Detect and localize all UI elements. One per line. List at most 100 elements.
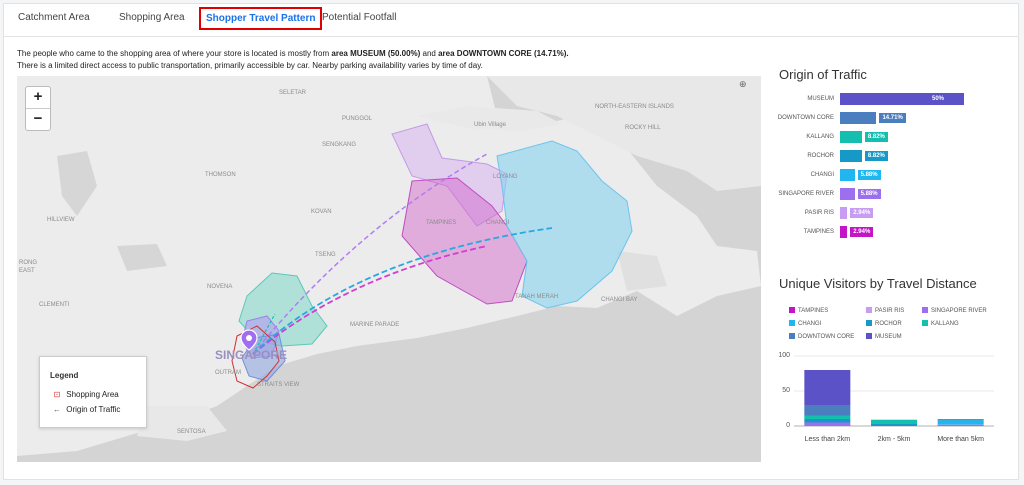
label-singapore: SINGAPORE bbox=[215, 348, 287, 362]
label-tampines: TAMPINES bbox=[426, 220, 456, 226]
origin-bar[interactable] bbox=[840, 188, 855, 200]
legend-swatch bbox=[866, 320, 872, 326]
legend-label: DOWNTOWN CORE bbox=[798, 334, 855, 340]
desc-second-area: area DOWNTOWN CORE (14.71%). bbox=[438, 49, 569, 58]
legend-label: TAMPINES bbox=[798, 308, 829, 314]
travel-map[interactable]: SELETAR SENGKANG PUNGGOL Ubin Village NO… bbox=[17, 76, 761, 462]
fullscreen-icon[interactable]: ⊕ bbox=[739, 79, 747, 90]
stacked-bar-segment[interactable] bbox=[937, 424, 984, 426]
legend-label: MUSEUM bbox=[875, 334, 902, 340]
zoom-control: + − bbox=[25, 86, 51, 131]
app-frame: Catchment Area Shopping Area Shopper Tra… bbox=[3, 3, 1019, 480]
distance-bar-chart bbox=[794, 355, 994, 427]
chart-legend-item[interactable]: KALLANG bbox=[922, 320, 959, 327]
tab-catchment-area[interactable]: Catchment Area bbox=[18, 12, 90, 23]
tab-potential-footfall[interactable]: Potential Footfall bbox=[322, 12, 397, 23]
label-straits-view: STRAITS VIEW bbox=[257, 382, 300, 388]
stacked-bar-segment[interactable] bbox=[937, 419, 984, 420]
chart-legend-item[interactable]: SINGAPORE RIVER bbox=[922, 307, 987, 314]
label-changi: CHANGI bbox=[486, 220, 510, 226]
label-changi-bay: CHANGI BAY bbox=[601, 297, 638, 303]
label-thomson: THOMSON bbox=[205, 172, 236, 178]
zoom-in-button[interactable]: + bbox=[26, 87, 50, 108]
origin-bar[interactable] bbox=[840, 93, 964, 105]
origin-bar[interactable] bbox=[840, 112, 877, 124]
label-seletar: SELETAR bbox=[279, 90, 307, 96]
legend-label: ROCHOR bbox=[875, 321, 902, 327]
origin-label: SINGAPORE RIVER bbox=[778, 191, 834, 197]
label-punggol: PUNGGOL bbox=[342, 116, 373, 122]
origin-bar-value: 2.94% bbox=[850, 227, 874, 237]
legend-swatch bbox=[789, 333, 795, 339]
chart-legend-item[interactable]: MUSEUM bbox=[866, 333, 902, 340]
legend-swatch bbox=[866, 333, 872, 339]
desc-access-text: There is a limited direct access to publ… bbox=[17, 61, 483, 70]
legend-swatch bbox=[922, 307, 928, 313]
stacked-bar-segment[interactable] bbox=[937, 425, 984, 426]
y-tick-label: 100 bbox=[778, 352, 790, 359]
legend-label: PASIR RIS bbox=[875, 308, 905, 314]
label-marine-parade: MARINE PARADE bbox=[350, 322, 399, 328]
y-tick-label: 0 bbox=[786, 422, 790, 429]
chart-legend-item[interactable]: DOWNTOWN CORE bbox=[789, 333, 854, 340]
legend-label: KALLANG bbox=[931, 321, 959, 327]
origin-label: ROCHOR bbox=[807, 153, 834, 159]
label-outram: OUTRAM bbox=[215, 370, 241, 376]
label-rong: RONG bbox=[19, 260, 37, 266]
stacked-bar-segment[interactable] bbox=[804, 419, 851, 423]
stacked-bar-segment[interactable] bbox=[804, 415, 851, 420]
tab-shopper-travel-pattern[interactable]: Shopper Travel Pattern bbox=[199, 7, 323, 30]
chart-legend-item[interactable]: CHANGI bbox=[789, 320, 821, 327]
label-novena: NOVENA bbox=[207, 284, 232, 290]
legend-swatch bbox=[789, 307, 795, 313]
origin-bar-value: 14.71% bbox=[879, 113, 906, 123]
stacked-bar-segment[interactable] bbox=[937, 420, 984, 425]
origin-bar-value: 5.88% bbox=[857, 189, 881, 199]
desc-text: The people who came to the shopping area… bbox=[17, 49, 332, 58]
label-hillview: HILLVIEW bbox=[47, 217, 75, 223]
map-legend: Legend ⊡ Shopping Area ← Origin of Traff… bbox=[39, 356, 147, 428]
legend-title: Legend bbox=[50, 371, 79, 380]
origin-label: KALLANG bbox=[806, 134, 834, 140]
chart-legend-item[interactable]: TAMPINES bbox=[789, 307, 828, 314]
origin-bar[interactable] bbox=[840, 226, 848, 238]
tab-shopping-area[interactable]: Shopping Area bbox=[119, 12, 185, 23]
legend-origin-label: Origin of Traffic bbox=[66, 405, 121, 414]
desc-top-area: area MUSEUM (50.00%) bbox=[331, 49, 421, 58]
label-ne-islands: NORTH-EASTERN ISLANDS bbox=[595, 104, 674, 110]
origin-bar-value: 5.88% bbox=[857, 170, 881, 180]
label-clementi: CLEMENTI bbox=[39, 302, 70, 308]
pattern-description: The people who came to the shopping area… bbox=[17, 48, 757, 72]
legend-label: SINGAPORE RIVER bbox=[931, 308, 987, 314]
origin-panel-title: Origin of Traffic bbox=[779, 67, 867, 82]
origin-bar-value: 2.94% bbox=[850, 208, 874, 218]
label-east: EAST bbox=[19, 268, 35, 274]
origin-bar[interactable] bbox=[840, 169, 855, 181]
label-sentosa: SENTOSA bbox=[177, 429, 206, 435]
stacked-bar-segment[interactable] bbox=[937, 419, 984, 421]
zoom-out-button[interactable]: − bbox=[26, 108, 50, 130]
label-sengkang: SENGKANG bbox=[322, 142, 356, 148]
origin-bar-value: 8.82% bbox=[864, 132, 888, 142]
stacked-bar-segment[interactable] bbox=[804, 405, 851, 416]
stacked-bar-segment[interactable] bbox=[804, 422, 851, 427]
legend-shopping-area: ⊡ Shopping Area bbox=[50, 390, 119, 399]
label-kovan: KOVAN bbox=[311, 209, 332, 215]
store-location-pin-center bbox=[246, 335, 252, 341]
label-rocky-hill: ROCKY HILL bbox=[625, 125, 661, 131]
chart-legend-item[interactable]: ROCHOR bbox=[866, 320, 902, 327]
origin-bar[interactable] bbox=[840, 207, 848, 219]
chart-legend-item[interactable]: PASIR RIS bbox=[866, 307, 904, 314]
origin-bar[interactable] bbox=[840, 150, 862, 162]
origin-label: MUSEUM bbox=[807, 96, 834, 102]
label-loyang: LOYANG bbox=[493, 174, 518, 180]
stacked-bar-segment[interactable] bbox=[871, 423, 917, 426]
origin-label: TAMPINES bbox=[803, 229, 834, 235]
stacked-bar-segment[interactable] bbox=[871, 419, 917, 424]
legend-label: CHANGI bbox=[798, 321, 822, 327]
origin-bar-value: 50% bbox=[932, 96, 945, 102]
legend-swatch bbox=[866, 307, 872, 313]
legend-origin: ← Origin of Traffic bbox=[50, 405, 120, 414]
origin-bar[interactable] bbox=[840, 131, 862, 143]
stacked-bar-segment[interactable] bbox=[804, 370, 851, 405]
